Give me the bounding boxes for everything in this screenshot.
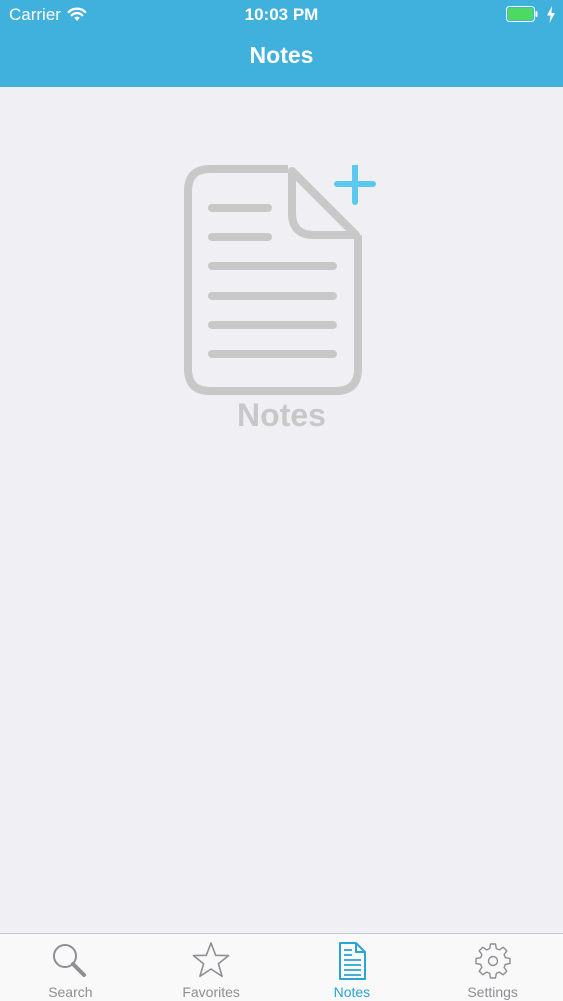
battery-icon: [506, 6, 538, 22]
charging-icon: [547, 6, 555, 23]
tab-bar: Search Favorites Notes Settings: [0, 933, 563, 1001]
status-bar: Carrier 10:03 PM: [0, 0, 563, 30]
tab-label: Search: [48, 984, 93, 1000]
tab-favorites[interactable]: Favorites: [141, 934, 282, 1001]
page-title: Notes: [249, 42, 314, 68]
tab-settings[interactable]: Settings: [422, 934, 563, 1001]
tab-label: Favorites: [182, 984, 240, 1000]
add-note-icon[interactable]: [180, 165, 385, 405]
gear-icon: [474, 943, 511, 979]
notes-icon: [338, 942, 366, 980]
star-icon: [192, 942, 230, 978]
tab-label: Settings: [467, 984, 518, 1000]
tab-label: Notes: [333, 984, 371, 1000]
status-time: 10:03 PM: [244, 5, 319, 24]
empty-state-label: Notes: [237, 397, 326, 433]
search-icon: [53, 944, 87, 977]
tab-notes[interactable]: Notes: [282, 934, 423, 1001]
tab-search[interactable]: Search: [0, 934, 141, 1001]
header: Carrier 10:03 PM Notes: [0, 0, 563, 87]
notes-content-area: Notes: [0, 87, 563, 933]
